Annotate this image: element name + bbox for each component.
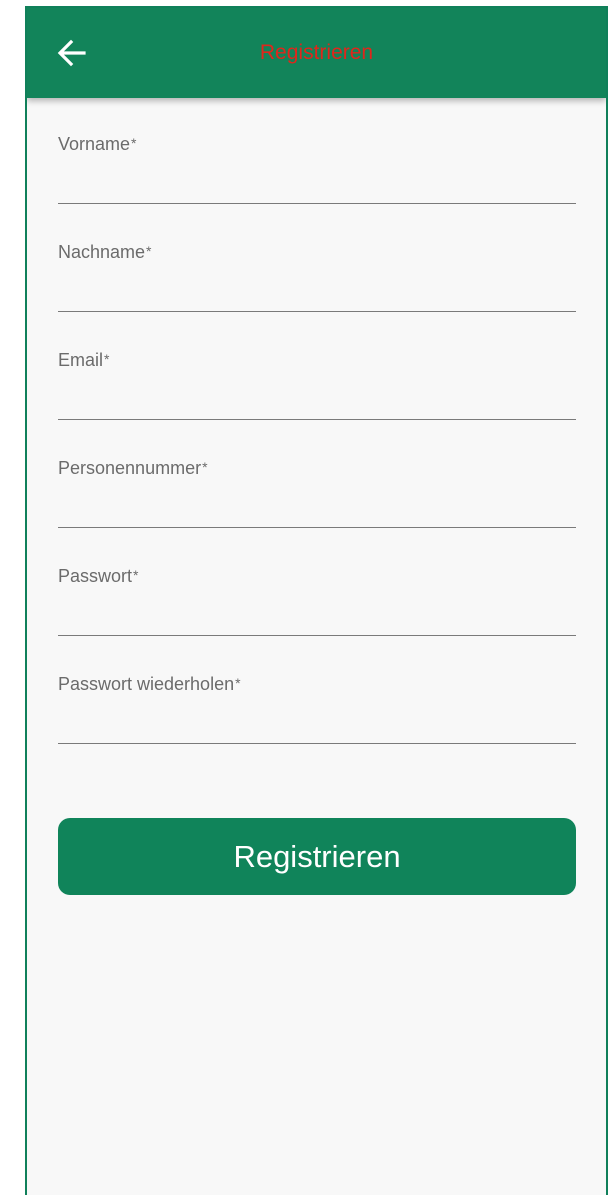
first-name-input[interactable] (58, 164, 576, 204)
app-bar: Registrieren (27, 8, 606, 98)
email-input[interactable] (58, 380, 576, 420)
personal-number-input[interactable] (58, 488, 576, 528)
password-field: Passwort* (58, 530, 576, 638)
repeat-password-field: Passwort wiederholen* (58, 638, 576, 746)
app-screen: Registrieren Vorname* Nachname* Email* P… (25, 6, 608, 1195)
register-button[interactable]: Registrieren (58, 818, 576, 895)
first-name-label: Vorname* (58, 134, 137, 154)
password-input[interactable] (58, 596, 576, 636)
email-label: Email* (58, 350, 110, 370)
first-name-field: Vorname* (58, 98, 576, 206)
registration-form: Vorname* Nachname* Email* Personennummer… (58, 98, 576, 746)
email-field: Email* (58, 314, 576, 422)
repeat-password-input[interactable] (58, 704, 576, 744)
page-title: Registrieren (259, 41, 374, 64)
personal-number-field: Personennummer* (58, 422, 576, 530)
last-name-input[interactable] (58, 272, 576, 312)
personal-number-label: Personennummer* (58, 458, 208, 478)
repeat-password-label: Passwort wiederholen* (58, 674, 241, 694)
last-name-label: Nachname* (58, 242, 152, 262)
last-name-field: Nachname* (58, 206, 576, 314)
password-label: Passwort* (58, 566, 139, 586)
